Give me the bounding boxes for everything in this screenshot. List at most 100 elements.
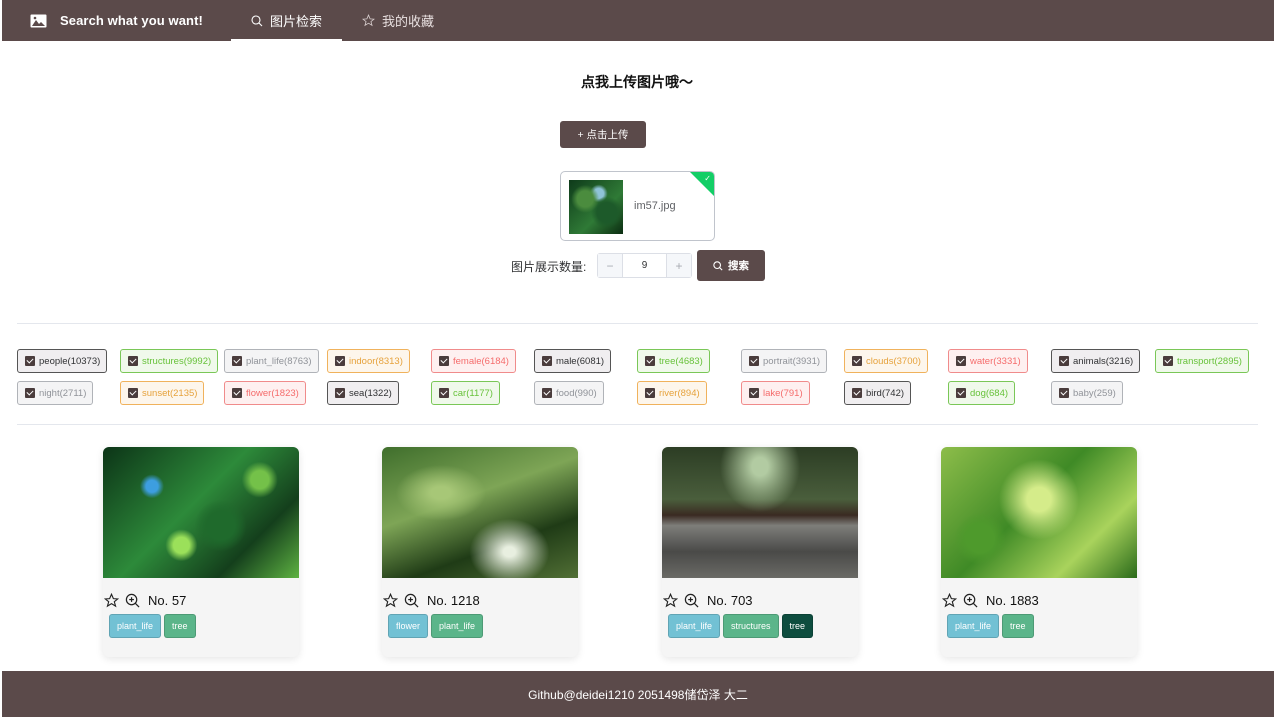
uploaded-file-name: im57.jpg [634, 200, 676, 212]
tag-filter[interactable]: clouds(3700) [844, 349, 928, 373]
tag-filter[interactable]: lake(791) [741, 381, 810, 405]
result-tags: plant_life tree [941, 610, 1137, 638]
increment-button[interactable]: + [666, 254, 691, 277]
checkbox-checked-icon [852, 388, 862, 398]
divider [17, 323, 1258, 324]
tag-filter[interactable]: baby(259) [1051, 381, 1123, 405]
search-button[interactable]: 搜索 [697, 250, 765, 281]
result-tag[interactable]: structures [723, 614, 779, 638]
result-number: No. 57 [148, 592, 187, 608]
tag-filter[interactable]: sunset(2135) [120, 381, 205, 405]
result-card[interactable]: No. 57 plant_life tree [103, 447, 299, 657]
tag-filter[interactable]: animals(3216) [1051, 349, 1141, 373]
nav-image-search[interactable]: 图片检索 [231, 0, 343, 41]
result-card[interactable]: No. 703 plant_life structures tree [662, 447, 858, 657]
result-tag[interactable]: plant_life [431, 614, 484, 638]
tag-filter-label: people(10373) [39, 355, 101, 367]
tag-filter-label: bird(742) [866, 387, 905, 399]
result-tags: plant_life tree [103, 610, 299, 638]
result-image[interactable] [103, 447, 299, 578]
result-tag[interactable]: tree [781, 614, 814, 638]
result-tag[interactable]: plant_life [109, 614, 162, 638]
tag-filter[interactable]: sea(1322) [327, 381, 399, 405]
result-image[interactable] [382, 447, 578, 578]
decrement-button[interactable]: − [598, 254, 623, 277]
tag-filter-label: female(6184) [453, 355, 509, 367]
tag-filter-label: animals(3216) [1073, 355, 1134, 367]
tag-filter-label: night(2711) [39, 387, 87, 399]
tag-filter-label: food(990) [556, 387, 597, 399]
tag-filter[interactable]: river(894) [637, 381, 707, 405]
tag-filter[interactable]: tree(4683) [637, 349, 710, 373]
tag-filter-label: baby(259) [1073, 387, 1116, 399]
tag-filter-label: indoor(8313) [349, 355, 403, 367]
tag-filter[interactable]: female(6184) [431, 349, 516, 373]
zoom-in-icon[interactable] [125, 593, 140, 608]
checkbox-checked-icon [439, 356, 449, 366]
footer: Github@deidei1210 2051498储岱泽 大二 [2, 671, 1274, 717]
tag-filter-label: male(6081) [556, 355, 605, 367]
result-image[interactable] [941, 447, 1137, 578]
tag-filter[interactable]: water(3331) [948, 349, 1028, 373]
nav-my-favorites[interactable]: 我的收藏 [342, 0, 454, 41]
checkbox-checked-icon [128, 356, 138, 366]
checkbox-checked-icon [25, 388, 35, 398]
tag-filter[interactable]: night(2711) [17, 381, 94, 405]
checkbox-checked-icon [542, 356, 552, 366]
tag-filter-label: car(1177) [453, 387, 493, 399]
result-card[interactable]: No. 1218 flower plant_life [382, 447, 578, 657]
result-tag[interactable]: flower [388, 614, 429, 638]
upload-button[interactable]: + 点击上传 [560, 121, 646, 148]
display-count-value[interactable]: 9 [623, 254, 666, 277]
result-tag[interactable]: plant_life [668, 614, 721, 638]
zoom-in-icon[interactable] [404, 593, 419, 608]
star-icon[interactable] [104, 592, 119, 608]
tag-filter-label: lake(791) [763, 387, 803, 399]
result-image[interactable] [662, 447, 858, 578]
tag-filter-label: transport(2895) [1177, 355, 1242, 367]
tag-filter[interactable]: transport(2895) [1155, 349, 1249, 373]
uploaded-file-card[interactable]: im57.jpg ✓ [560, 171, 715, 241]
checkbox-checked-icon [1163, 356, 1173, 366]
tag-filter[interactable]: car(1177) [431, 381, 500, 405]
tag-filter[interactable]: portrait(3931) [741, 349, 828, 373]
brand-title: Search what you want! [60, 13, 203, 28]
result-card[interactable]: No. 1883 plant_life tree [941, 447, 1137, 657]
search-icon [713, 260, 723, 271]
checkbox-checked-icon [749, 388, 759, 398]
checkbox-checked-icon [956, 388, 966, 398]
result-tag[interactable]: tree [1002, 614, 1034, 638]
result-tag[interactable]: tree [164, 614, 196, 638]
tag-filter-label: river(894) [659, 387, 700, 399]
tag-filter[interactable]: indoor(8313) [327, 349, 410, 373]
display-count-stepper[interactable]: − 9 + [597, 253, 692, 278]
tag-filter-label: tree(4683) [659, 355, 703, 367]
star-icon[interactable] [383, 592, 398, 608]
tag-filter[interactable]: male(6081) [534, 349, 612, 373]
tag-filter[interactable]: food(990) [534, 381, 604, 405]
star-icon[interactable] [942, 592, 957, 608]
result-number: No. 1883 [986, 592, 1039, 608]
footer-text: Github@deidei1210 2051498储岱泽 大二 [528, 687, 748, 702]
zoom-in-icon[interactable] [684, 593, 699, 608]
star-icon [362, 14, 375, 27]
tag-filter[interactable]: bird(742) [844, 381, 912, 405]
top-navbar: Search what you want! 图片检索 我的收藏 [2, 0, 1274, 41]
tag-filter[interactable]: flower(1823) [224, 381, 306, 405]
star-icon[interactable] [663, 592, 678, 608]
tag-filter[interactable]: people(10373) [17, 349, 108, 373]
result-tag[interactable]: plant_life [947, 614, 1000, 638]
search-icon [251, 14, 263, 26]
zoom-in-icon[interactable] [963, 593, 978, 608]
checkbox-checked-icon [956, 356, 966, 366]
tag-filter[interactable]: dog(684) [948, 381, 1016, 405]
checkbox-checked-icon [542, 388, 552, 398]
search-button-label: 搜索 [728, 260, 749, 272]
tag-filter[interactable]: plant_life(8763) [224, 349, 319, 373]
checkbox-checked-icon [852, 356, 862, 366]
checkbox-checked-icon [1059, 388, 1069, 398]
checkbox-checked-icon [25, 356, 35, 366]
brand[interactable]: Search what you want! [2, 0, 231, 41]
checkbox-checked-icon [232, 388, 242, 398]
tag-filter[interactable]: structures(9992) [120, 349, 219, 373]
